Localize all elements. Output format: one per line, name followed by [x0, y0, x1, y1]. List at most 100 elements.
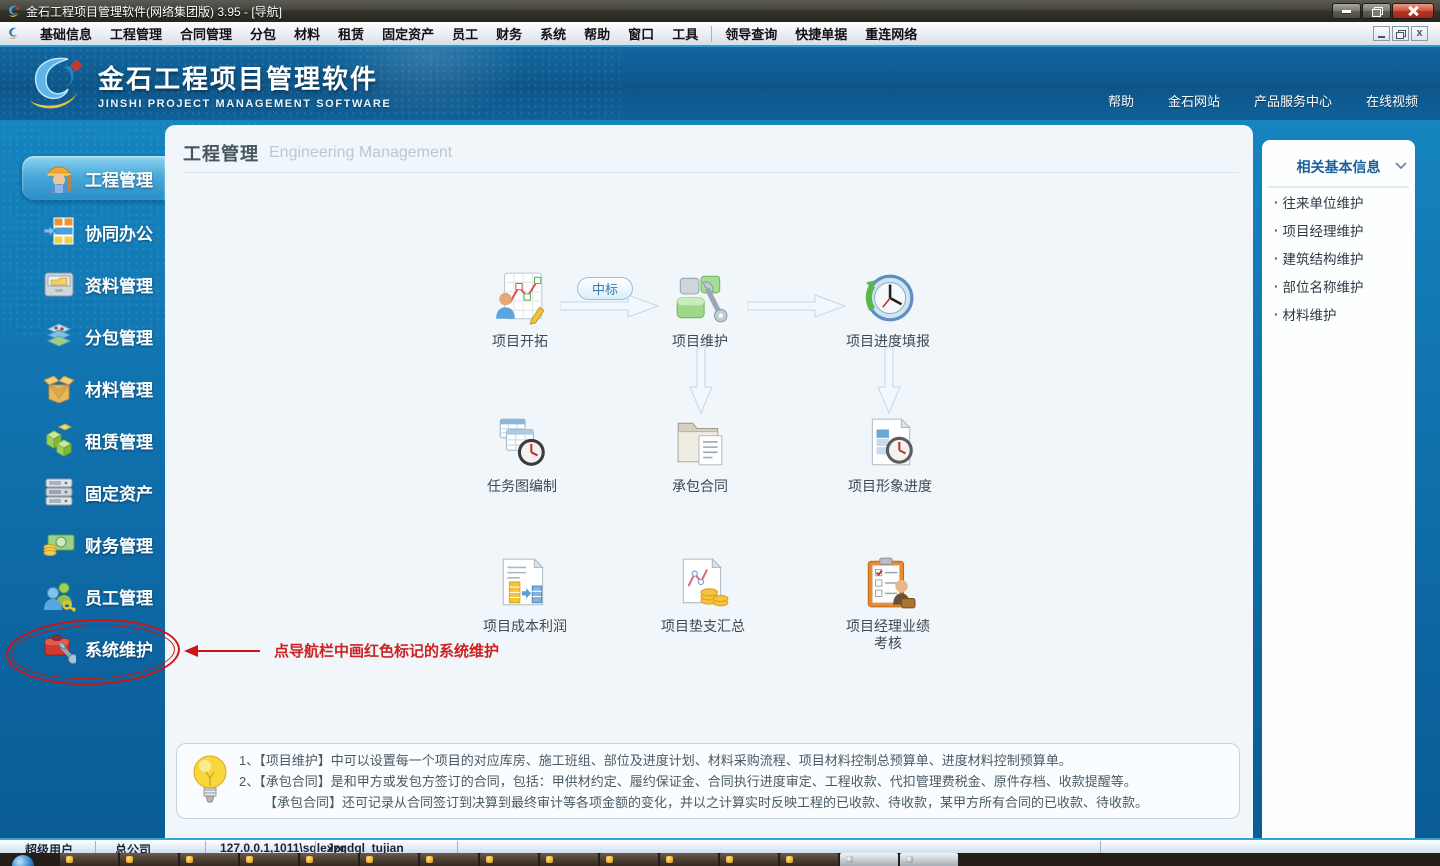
progress-clock-icon [865, 274, 914, 322]
link-product-service-center[interactable]: 产品服务中心 [1254, 91, 1332, 110]
menu-lease[interactable]: 租赁 [329, 22, 373, 45]
taskbar-button[interactable] [540, 853, 598, 866]
mdi-minimize-button[interactable] [1373, 26, 1390, 41]
content-header: 工程管理 Engineering Management [183, 133, 1239, 173]
tip-line-3: 【承包合同】还可记录从合同签订到决算到最终审计等各项金额的变化，并以之计算实时反… [264, 794, 1149, 810]
brand-name-cn: 金石工程项目管理软件 [98, 63, 379, 94]
chevron-down-icon [1395, 162, 1407, 170]
sidebar-item-employee[interactable]: 员工管理 [0, 574, 165, 618]
sidebar-label: 员工管理 [85, 588, 153, 608]
bullet-icon: · [1274, 278, 1279, 294]
banner: 金石工程项目管理软件 JINSHI PROJECT MANAGEMENT SOF… [0, 47, 1440, 120]
red-arrow-icon [184, 644, 198, 657]
brand-name-en: JINSHI PROJECT MANAGEMENT SOFTWARE [98, 97, 392, 110]
sidebar-item-finance[interactable]: 财务管理 [0, 522, 165, 566]
menu-leader-query[interactable]: 领导查询 [716, 22, 786, 45]
image-progress-icon [871, 417, 913, 466]
menu-help[interactable]: 帮助 [575, 22, 619, 45]
project-maintain-icon [676, 275, 728, 323]
taskbar-button[interactable] [480, 853, 538, 866]
menu-contract[interactable]: 合同管理 [171, 22, 241, 45]
start-button[interactable] [12, 855, 34, 866]
related-item-project-manager-maintenance[interactable]: · 项目经理维护 [1262, 216, 1415, 244]
page-title: 工程管理 [183, 143, 259, 164]
menu-fixed-assets[interactable]: 固定资产 [373, 22, 443, 45]
sidebar-label: 租赁管理 [85, 432, 153, 452]
taskbar-button[interactable] [780, 853, 838, 866]
advance-payment-icon [682, 557, 729, 607]
taskbar-button[interactable] [600, 853, 658, 866]
minimize-button[interactable] [1332, 3, 1361, 19]
taskbar-button[interactable] [360, 853, 418, 866]
taskbar-button[interactable] [60, 853, 118, 866]
flow-item-contract[interactable]: 承包合同 [630, 415, 770, 495]
flow-label: 承包合同 [672, 478, 728, 494]
layers-icon [46, 323, 72, 347]
flow-item-manager-assessment[interactable]: 项目经理业绩考核 [818, 555, 958, 652]
title-bar: 金石工程项目管理软件(网络集团版) 3.95 - [导航] [0, 0, 1440, 22]
related-info-header[interactable]: 相关基本信息 [1268, 148, 1409, 188]
flow-item-cost-profit[interactable]: 项目成本利润 [455, 555, 595, 635]
menu-engineering[interactable]: 工程管理 [101, 22, 171, 45]
bid-won-badge: 中标 [577, 277, 633, 300]
taskbar-button[interactable] [840, 853, 898, 866]
menu-separator [711, 25, 713, 42]
sidebar-item-fixed-assets[interactable]: 固定资产 [0, 470, 165, 514]
menu-system[interactable]: 系统 [531, 22, 575, 45]
annotation-text: 点导航栏中画红色标记的系统维护 [274, 643, 500, 660]
sidebar-label: 财务管理 [85, 536, 153, 556]
sidebar-item-collaboration[interactable]: 协同办公 [0, 210, 165, 254]
related-item-building-structure-maintenance[interactable]: · 建筑结构维护 [1262, 244, 1415, 272]
related-item-part-name-maintenance[interactable]: · 部位名称维护 [1262, 272, 1415, 300]
status-bar: 超级用户 总公司 127.0.0.1,1011\sqlexpr Jzgdgl_t… [0, 838, 1440, 857]
flow-item-advance-summary[interactable]: 项目垫支汇总 [633, 555, 773, 635]
link-online-video[interactable]: 在线视频 [1366, 91, 1418, 110]
mdi-close-button[interactable]: x [1411, 26, 1428, 41]
close-button[interactable] [1392, 3, 1434, 19]
related-item-counterparty-maintenance[interactable]: · 往来单位维护 [1262, 188, 1415, 216]
menu-subcontract[interactable]: 分包 [241, 22, 285, 45]
flow-label: 项目垫支汇总 [661, 618, 745, 634]
link-jinshi-website[interactable]: 金石网站 [1168, 91, 1220, 110]
app-logo-icon-small [8, 27, 19, 39]
sidebar-item-lease[interactable]: 租赁管理 [0, 418, 165, 462]
menu-basic-info[interactable]: 基础信息 [31, 22, 101, 45]
taskbar-button[interactable] [720, 853, 778, 866]
sidebar-item-engineering[interactable]: 工程管理 [22, 156, 165, 200]
people-key-icon [44, 582, 76, 612]
sidebar-item-material[interactable]: 材料管理 [0, 366, 165, 410]
menu-tools[interactable]: 工具 [663, 22, 707, 45]
money-icon [43, 534, 75, 556]
windows-taskbar [0, 853, 1440, 866]
tips-box: 1、【项目维护】中可以设置每一个项目的对应库房、施工班组、部位及进度计划、材料采… [176, 743, 1240, 819]
cost-profit-icon [502, 557, 544, 606]
related-item-material-maintenance[interactable]: · 材料维护 [1262, 300, 1415, 328]
taskbar-button[interactable] [180, 853, 238, 866]
menu-finance[interactable]: 财务 [487, 22, 531, 45]
taskbar-button[interactable] [300, 853, 358, 866]
taskbar-button[interactable] [900, 853, 958, 866]
restore-button[interactable] [1362, 3, 1391, 19]
menu-material[interactable]: 材料 [285, 22, 329, 45]
related-item-label: 往来单位维护 [1282, 196, 1364, 211]
taskbar-button[interactable] [120, 853, 178, 866]
mdi-restore-button[interactable] [1392, 26, 1409, 41]
flow-item-task-chart[interactable]: 任务图编制 [452, 415, 592, 495]
flow-item-image-progress[interactable]: 项目形象进度 [820, 415, 960, 495]
taskbar-button[interactable] [420, 853, 478, 866]
link-help[interactable]: 帮助 [1108, 91, 1134, 110]
sidebar-item-subcontract[interactable]: 分包管理 [0, 314, 165, 358]
status-separator [457, 841, 458, 853]
status-separator [205, 841, 206, 853]
arrow-maintain-down [689, 347, 713, 415]
menu-reconnect[interactable]: 重连网络 [856, 22, 926, 45]
sidebar-label: 固定资产 [85, 484, 153, 504]
menu-quick-docs[interactable]: 快捷单据 [786, 22, 856, 45]
menu-window[interactable]: 窗口 [619, 22, 663, 45]
content-panel: 工程管理 Engineering Management 项目开拓 项目维护 项目… [165, 125, 1253, 838]
taskbar-button[interactable] [660, 853, 718, 866]
menu-employee[interactable]: 员工 [443, 22, 487, 45]
related-item-label: 项目经理维护 [1282, 224, 1364, 239]
sidebar-item-documents[interactable]: 资料管理 [0, 262, 165, 306]
taskbar-button[interactable] [240, 853, 298, 866]
